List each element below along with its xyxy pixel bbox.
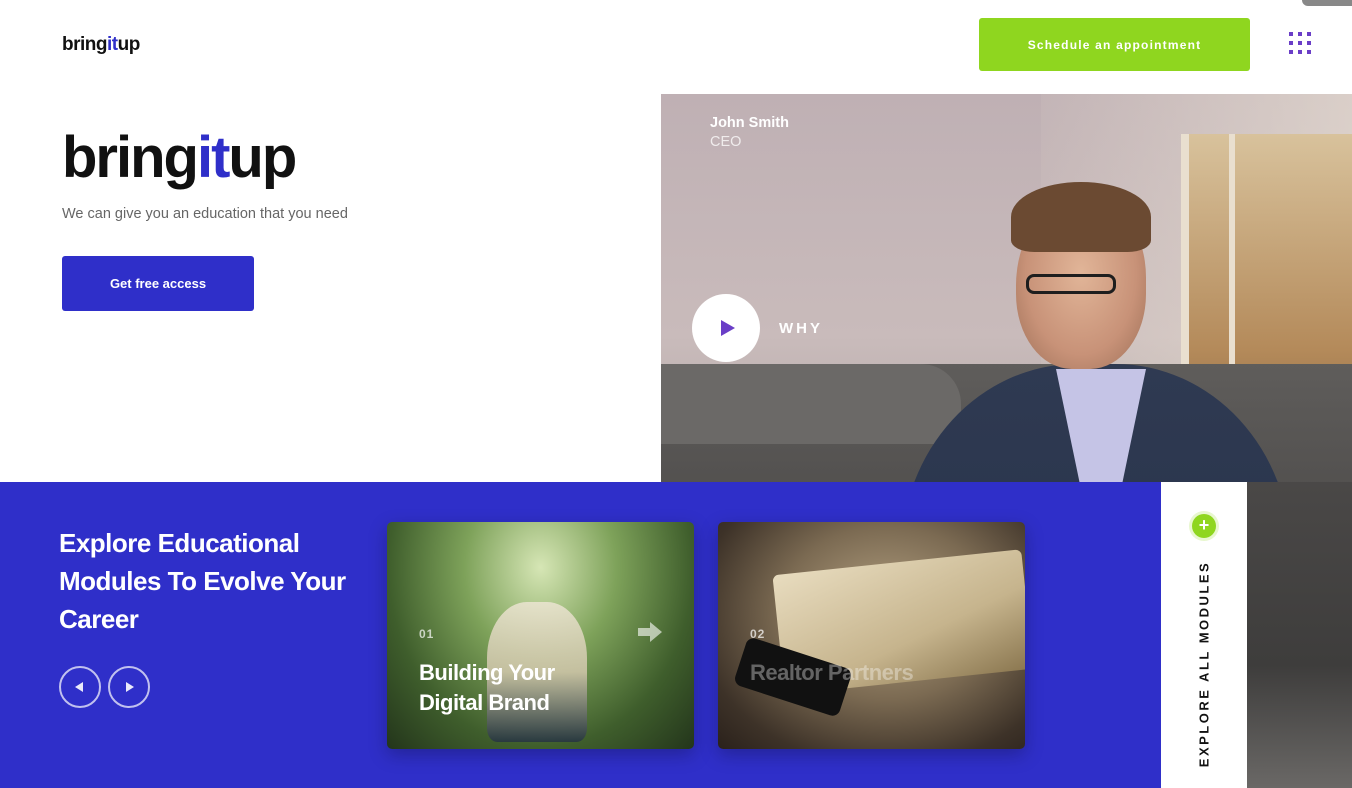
hero-image-bottom-strip [1247,482,1352,788]
person-role: CEO [710,134,742,150]
hero-logo-highlight: it [196,125,230,190]
hero-logo-suffix: up [228,125,297,190]
play-button[interactable] [692,294,760,362]
modules-title: Explore Educational Modules To Evolve Yo… [59,528,346,634]
schedule-appointment-button[interactable]: Schedule an appointment [979,18,1250,71]
person-hair [1011,182,1151,252]
explore-all-modules-label: EXPLORE ALL MODULES [1196,560,1212,768]
get-free-access-button[interactable]: Get free access [62,256,254,311]
scrollbar-corner [1302,0,1352,6]
arrow-left-icon [75,682,83,692]
logo-prefix: bring [62,34,108,55]
arrow-right-icon [126,682,134,692]
hero-logo: bringitup [62,124,297,191]
logo-suffix: up [117,34,141,55]
header-logo[interactable]: bringitup [62,34,140,56]
module-card[interactable]: 01 Building Your Digital Brand [387,522,694,749]
card-number: 01 [419,627,435,641]
why-label: WHY [779,320,823,337]
arrow-right-icon[interactable] [638,622,662,642]
modules-section: Explore Educational Modules To Evolve Yo… [0,482,1161,788]
play-icon [721,320,735,336]
carousel-next-button[interactable] [108,666,150,708]
module-card[interactable]: 02 Realtor Partners [718,522,1025,749]
grid-dots-icon[interactable] [1289,32,1313,56]
hero-logo-prefix: bring [62,125,199,190]
card-title: Realtor Partners [750,660,914,685]
hero-subtitle: We can give you an education that you ne… [62,206,348,222]
person-glasses [1026,274,1116,294]
logo-highlight: it [107,34,118,55]
plus-icon: + [1192,514,1216,538]
card-number: 02 [750,627,766,641]
carousel-prev-button[interactable] [59,666,101,708]
explore-all-modules-button[interactable]: + EXPLORE ALL MODULES [1161,482,1247,788]
person-name: John Smith [710,115,789,131]
card-title: Building Your Digital Brand [419,660,555,715]
